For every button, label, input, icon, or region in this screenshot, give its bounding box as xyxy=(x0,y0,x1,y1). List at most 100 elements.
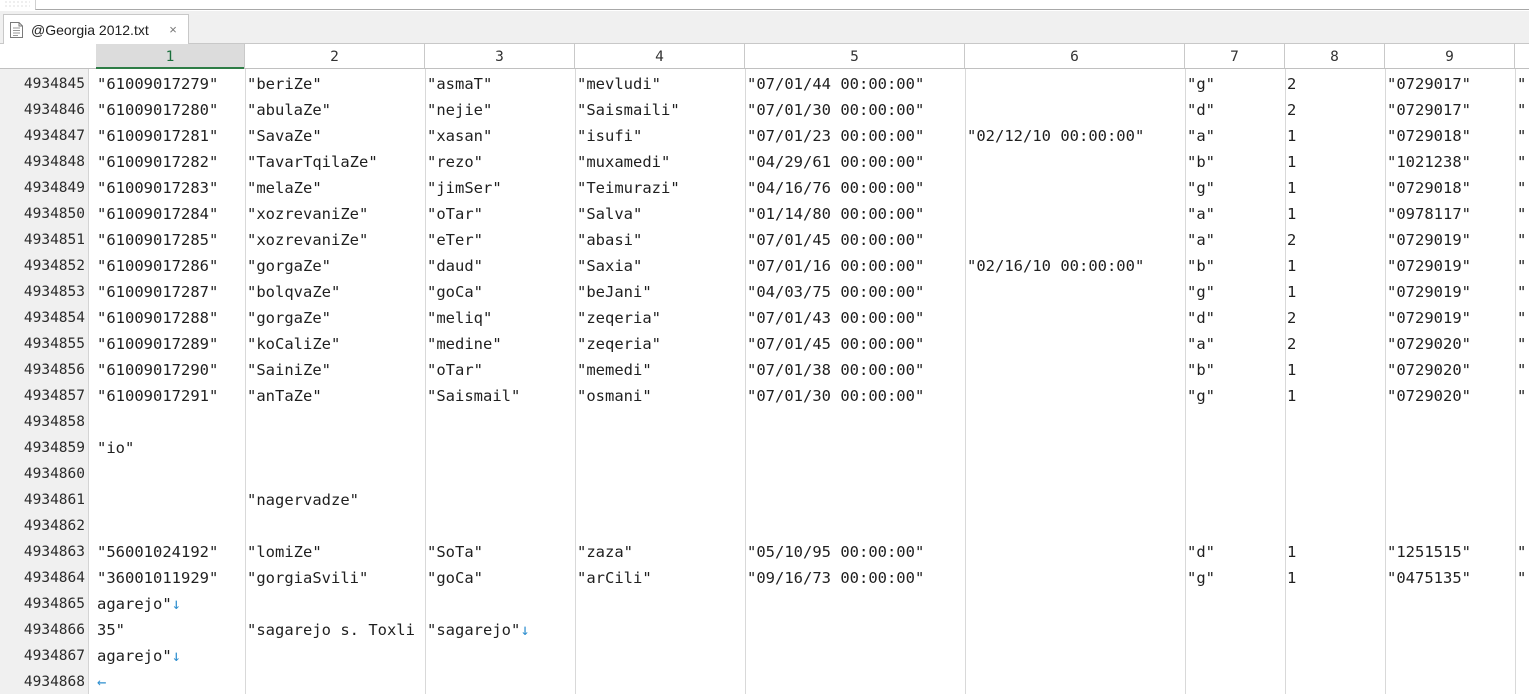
grid-cell[interactable]: "0729020" xyxy=(1387,329,1471,355)
grid-cell[interactable]: 1 xyxy=(1287,563,1296,589)
grid-cell[interactable]: "asmaT" xyxy=(427,69,492,95)
grid-cell[interactable]: "07/01/44 00:00:00" xyxy=(747,69,924,95)
grid-cell[interactable]: "02/16/10 00:00:00" xyxy=(967,251,1144,277)
file-tab[interactable]: @Georgia 2012.txt × xyxy=(3,14,189,44)
row-number[interactable]: 4934853 xyxy=(24,277,85,303)
grid-cell[interactable]: agarejo"↓ xyxy=(97,641,181,667)
grid-cell[interactable]: "07/01/45 00:00:00" xyxy=(747,329,924,355)
grid-cell[interactable]: "gorgaZe" xyxy=(247,251,331,277)
grid-cell[interactable]: "61009017288" xyxy=(97,303,218,329)
grid-cell[interactable]: "04/03/75 00:00:00" xyxy=(747,277,924,303)
grid-cell[interactable]: "meliq" xyxy=(427,303,492,329)
grid-cell[interactable]: 2 xyxy=(1287,329,1296,355)
column-header-partial[interactable] xyxy=(1515,44,1529,68)
grid-cell[interactable]: " xyxy=(1517,303,1526,329)
row-number[interactable]: 4934864 xyxy=(24,563,85,589)
grid-cell[interactable]: "mevludi" xyxy=(577,69,661,95)
grid-cell[interactable]: " xyxy=(1517,355,1526,381)
grid-cell[interactable]: " xyxy=(1517,329,1526,355)
grid-cell[interactable]: "goCa" xyxy=(427,563,483,589)
column-header-6[interactable]: 6 xyxy=(965,44,1185,68)
grid-cell[interactable]: "Saismail" xyxy=(427,381,520,407)
grid-cell[interactable]: "61009017282" xyxy=(97,147,218,173)
grid-cell[interactable]: "abulaZe" xyxy=(247,95,331,121)
grid-cell[interactable]: "07/01/30 00:00:00" xyxy=(747,95,924,121)
grid-cell[interactable]: "a" xyxy=(1187,121,1215,147)
grid-cell[interactable]: "56001024192" xyxy=(97,537,218,563)
column-header-7[interactable]: 7 xyxy=(1185,44,1285,68)
grid-cell[interactable]: "07/01/43 00:00:00" xyxy=(747,303,924,329)
grid-cell[interactable]: "goCa" xyxy=(427,277,483,303)
grid-cell[interactable]: "muxamedi" xyxy=(577,147,670,173)
grid-cell[interactable]: "36001011929" xyxy=(97,563,218,589)
grid-cell[interactable]: "61009017283" xyxy=(97,173,218,199)
grid-cell[interactable]: "0978117" xyxy=(1387,199,1471,225)
grid-cell[interactable]: "04/29/61 00:00:00" xyxy=(747,147,924,173)
grid-cell[interactable]: "g" xyxy=(1187,381,1215,407)
grid-cell[interactable]: "oTar" xyxy=(427,355,483,381)
grid-cell[interactable]: "gorgiaSvili" xyxy=(247,563,368,589)
grid-cell[interactable]: "02/12/10 00:00:00" xyxy=(967,121,1144,147)
grid-cell[interactable]: "SavaZe" xyxy=(247,121,322,147)
grid-cell[interactable]: 2 xyxy=(1287,303,1296,329)
grid-cell[interactable]: "61009017285" xyxy=(97,225,218,251)
grid-cell[interactable]: "1251515" xyxy=(1387,537,1471,563)
grid-cell[interactable]: "d" xyxy=(1187,537,1215,563)
grid-cell[interactable]: "rezo" xyxy=(427,147,483,173)
row-number[interactable]: 4934848 xyxy=(24,147,85,173)
grid-cell[interactable]: "0729018" xyxy=(1387,121,1471,147)
grid-cell[interactable]: "sagarejo s. Toxli xyxy=(247,615,415,641)
grid-cell[interactable]: "b" xyxy=(1187,147,1215,173)
row-number[interactable]: 4934852 xyxy=(24,251,85,277)
row-number[interactable]: 4934859 xyxy=(24,433,85,459)
grid-cell[interactable]: " xyxy=(1517,199,1526,225)
row-number[interactable]: 4934845 xyxy=(24,69,85,95)
grid-cell[interactable]: "gorgaZe" xyxy=(247,303,331,329)
grid-cell[interactable]: "0729019" xyxy=(1387,251,1471,277)
row-number[interactable]: 4934865 xyxy=(24,589,85,615)
grid-cell[interactable]: "Teimurazi" xyxy=(577,173,680,199)
grid-cell[interactable]: "g" xyxy=(1187,277,1215,303)
grid-cell[interactable]: "oTar" xyxy=(427,199,483,225)
grid-cell[interactable]: "b" xyxy=(1187,355,1215,381)
grid-cell[interactable]: "0729019" xyxy=(1387,225,1471,251)
grid-cell[interactable]: "xasan" xyxy=(427,121,492,147)
grid-cell[interactable]: "beJani" xyxy=(577,277,652,303)
grid-cell[interactable]: "io" xyxy=(97,433,134,459)
grid-cell[interactable]: "anTaZe" xyxy=(247,381,322,407)
grid-cell[interactable]: "jimSer" xyxy=(427,173,502,199)
column-header-2[interactable]: 2 xyxy=(245,44,425,68)
grid-cell[interactable]: "0729017" xyxy=(1387,69,1471,95)
grid-cell[interactable]: "0729017" xyxy=(1387,95,1471,121)
grid-cell[interactable]: "Saismaili" xyxy=(577,95,680,121)
grid-cell[interactable]: "a" xyxy=(1187,329,1215,355)
grid-cell[interactable]: "xozrevaniZe" xyxy=(247,199,368,225)
row-number[interactable]: 4934847 xyxy=(24,121,85,147)
grid-cell[interactable]: "zeqeria" xyxy=(577,329,661,355)
grid-cell[interactable]: "07/01/23 00:00:00" xyxy=(747,121,924,147)
grid-cell[interactable]: "07/01/16 00:00:00" xyxy=(747,251,924,277)
grid-cell[interactable]: "0729019" xyxy=(1387,303,1471,329)
row-number[interactable]: 4934851 xyxy=(24,225,85,251)
grid-cell[interactable]: 1 xyxy=(1287,251,1296,277)
row-number[interactable]: 4934863 xyxy=(24,537,85,563)
grid-cell[interactable]: "05/10/95 00:00:00" xyxy=(747,537,924,563)
row-number[interactable]: 4934858 xyxy=(24,407,85,433)
grid-cell[interactable]: "daud" xyxy=(427,251,483,277)
row-number[interactable]: 4934849 xyxy=(24,173,85,199)
grid-cell[interactable]: "zaza" xyxy=(577,537,633,563)
grid-cell[interactable]: "bolqvaZe" xyxy=(247,277,340,303)
grid-cell[interactable]: "sagarejo"↓ xyxy=(427,615,530,641)
grid-cell[interactable]: "01/14/80 00:00:00" xyxy=(747,199,924,225)
grid-cell[interactable]: "a" xyxy=(1187,199,1215,225)
grid-cell[interactable]: "61009017284" xyxy=(97,199,218,225)
grid-cell[interactable]: 1 xyxy=(1287,173,1296,199)
grid-cell[interactable]: "07/01/38 00:00:00" xyxy=(747,355,924,381)
column-header-3[interactable]: 3 xyxy=(425,44,575,68)
column-header-8[interactable]: 8 xyxy=(1285,44,1385,68)
grid-cell[interactable]: "Salva" xyxy=(577,199,642,225)
grid-cell[interactable]: "zeqeria" xyxy=(577,303,661,329)
row-number[interactable]: 4934868 xyxy=(24,667,85,693)
grid-cell[interactable]: ← xyxy=(97,667,106,693)
grid-cell[interactable]: "61009017281" xyxy=(97,121,218,147)
